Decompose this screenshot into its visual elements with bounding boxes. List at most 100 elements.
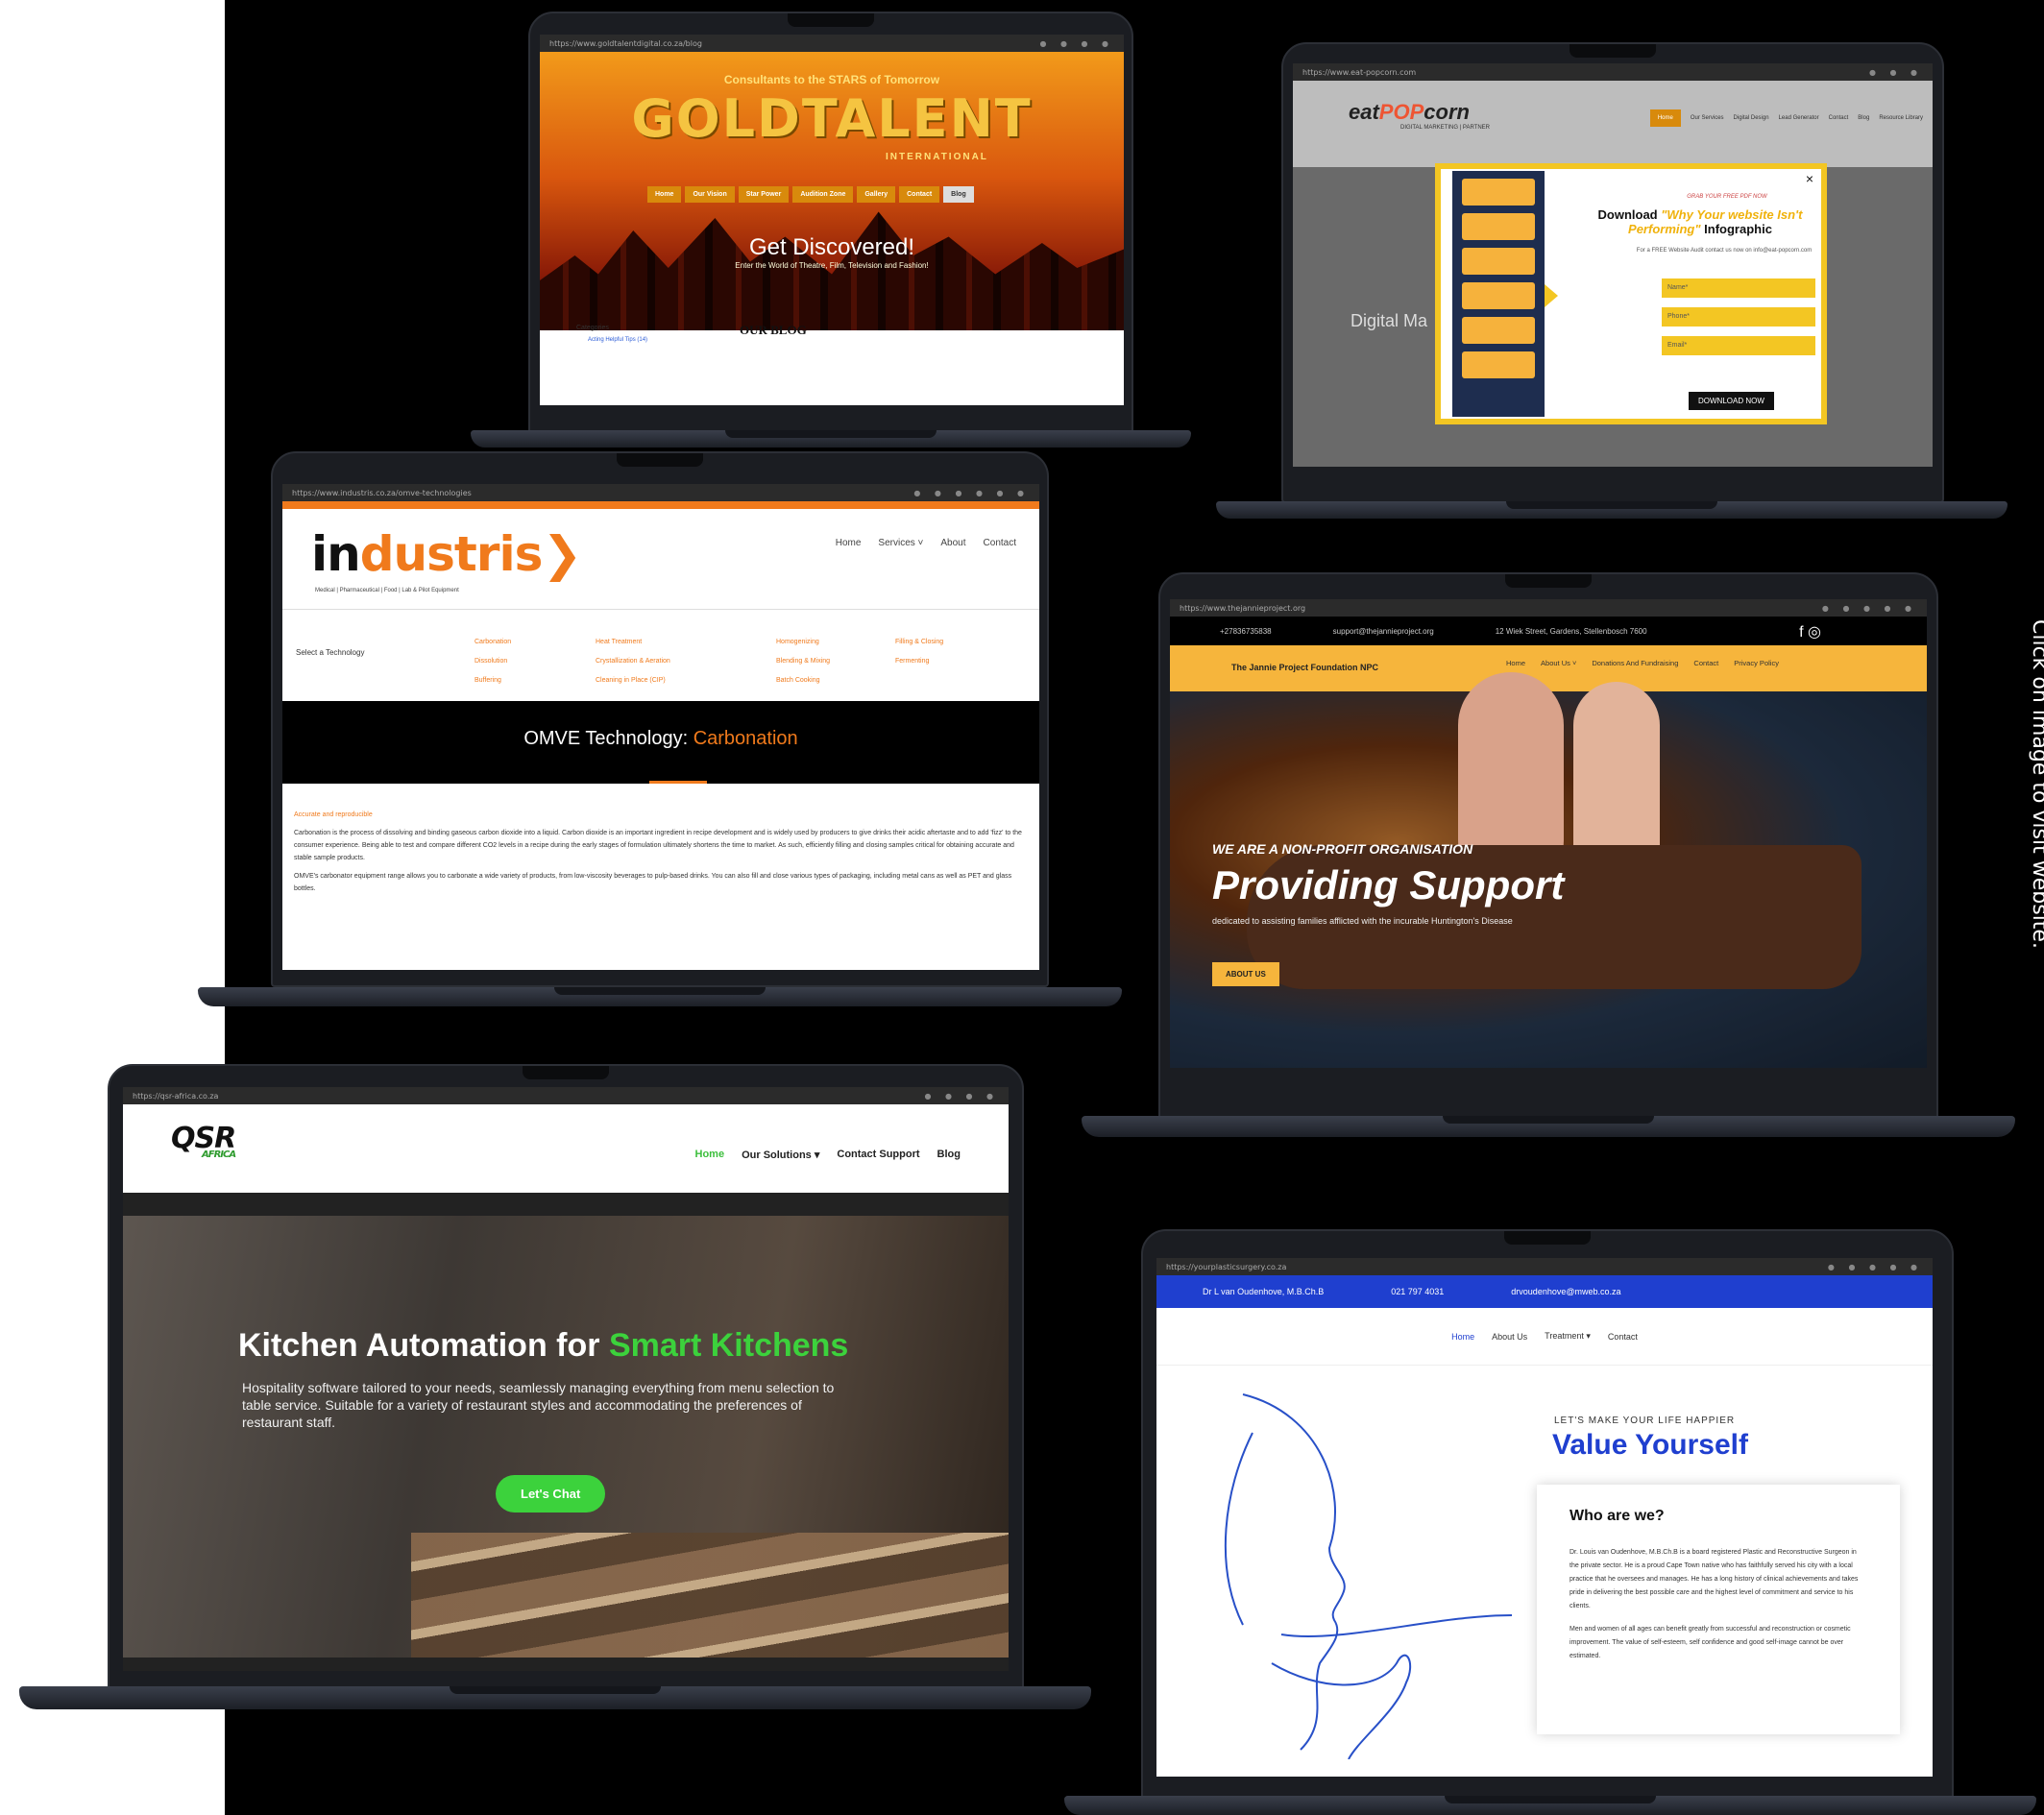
- laptop-eatpopcorn[interactable]: https://www.eat-popcorn.com ● ● ● eatPOPc…: [1216, 42, 2008, 526]
- nav-our-solutions[interactable]: Our Solutions ▾: [742, 1149, 819, 1161]
- tech-link[interactable]: Homogenizing: [776, 633, 830, 652]
- nav-contact[interactable]: Contact: [899, 186, 940, 203]
- nav-home[interactable]: Home: [647, 186, 682, 203]
- laptop-base: [198, 987, 1122, 1006]
- nav-our-vision[interactable]: Our Vision: [685, 186, 735, 203]
- screen-industris[interactable]: https://www.industris.co.za/omve-technol…: [282, 484, 1039, 970]
- nav-home[interactable]: Home: [695, 1149, 725, 1161]
- goldtalent-hero: Consultants to the STARS of Tomorrow GOL…: [540, 52, 1124, 330]
- url-text: https://www.industris.co.za/omve-technol…: [292, 488, 472, 497]
- email-contact[interactable]: support@thejannieproject.org: [1333, 627, 1434, 636]
- nav-contact-support[interactable]: Contact Support: [837, 1149, 919, 1161]
- camera-notch: [1505, 574, 1592, 588]
- phone-contact[interactable]: 021 797 4031: [1391, 1287, 1444, 1296]
- tech-link[interactable]: Buffering: [474, 671, 511, 690]
- browser-bar: https://www.eat-popcorn.com ● ● ●: [1293, 63, 1933, 81]
- nav-gallery[interactable]: Gallery: [857, 186, 896, 203]
- category-link[interactable]: Acting Helpful Tips (14): [588, 337, 647, 343]
- technology-banner: OMVE Technology: Carbonation: [282, 701, 1039, 784]
- nav-blog[interactable]: Blog: [943, 186, 974, 203]
- close-icon[interactable]: ×: [1806, 171, 1813, 186]
- nav-services[interactable]: Services ˅: [878, 538, 923, 548]
- nav-audition-zone[interactable]: Audition Zone: [792, 186, 854, 203]
- visit-website-caption: Click on image to visit website.: [2028, 619, 2044, 949]
- face-line-art: [1224, 1393, 1513, 1759]
- tech-link[interactable]: Fermenting: [895, 652, 943, 671]
- laptop-qsr[interactable]: https://qsr-africa.co.za ● ● ● ● QSR AFRIC…: [19, 1064, 1091, 1715]
- nav-star-power[interactable]: Star Power: [738, 186, 790, 203]
- laptop-jannie[interactable]: https://www.thejannieproject.org ● ● ● ● …: [1082, 572, 2015, 1145]
- tech-link[interactable]: Carbonation: [474, 633, 511, 652]
- laptop-industris[interactable]: https://www.industris.co.za/omve-technol…: [198, 451, 1122, 1014]
- industris-logo[interactable]: industris❯: [311, 526, 582, 582]
- screen-qsr[interactable]: https://qsr-africa.co.za ● ● ● ● QSR AFRIC…: [123, 1087, 1009, 1671]
- nav-about-us[interactable]: About Us ˅: [1541, 659, 1576, 667]
- camera-notch: [1504, 1231, 1591, 1245]
- modal-arrow: [1545, 284, 1558, 307]
- download-button[interactable]: DOWNLOAD NOW: [1689, 392, 1774, 410]
- jannie-hero: WE ARE A NON-PROFIT ORGANISATION Providi…: [1170, 672, 1927, 1068]
- nav-contact[interactable]: Contact: [1608, 1332, 1638, 1342]
- about-us-button[interactable]: ABOUT US: [1212, 962, 1279, 986]
- logo-subtitle: DIGITAL MARKETING | PARTNER: [1400, 125, 1491, 131]
- tech-link[interactable]: Dissolution: [474, 652, 511, 671]
- nav-about-us[interactable]: About Us: [1492, 1332, 1527, 1342]
- browser-bar: https://yourplasticsurgery.co.za ● ● ● ● …: [1156, 1258, 1933, 1275]
- nav-lead-generator[interactable]: Lead Generator: [1779, 115, 1819, 121]
- email-contact[interactable]: drvoudenhove@mweb.co.za: [1511, 1287, 1620, 1296]
- email-field[interactable]: Email*: [1662, 336, 1815, 355]
- hero-partial-text: Digital Ma: [1350, 311, 1428, 330]
- nav-contact[interactable]: Contact: [984, 538, 1016, 548]
- browser-bar: https://www.thejannieproject.org ● ● ● ● …: [1170, 599, 1927, 617]
- nav-home[interactable]: Home: [836, 538, 862, 548]
- laptop-goldtalent[interactable]: https://www.goldtalentdigital.co.za/blog…: [471, 12, 1191, 453]
- body-paragraph: OMVE's carbonator equipment range allows…: [294, 873, 1012, 892]
- laptop-base: [19, 1686, 1091, 1709]
- screen-jannie[interactable]: https://www.thejannieproject.org ● ● ● ● …: [1170, 599, 1927, 1068]
- nav-digital-design[interactable]: Digital Design: [1734, 115, 1769, 121]
- industris-nav: Home Services ˅ About Contact: [836, 538, 1016, 548]
- tech-link[interactable]: Crystallization & Aeration: [596, 652, 670, 671]
- lets-chat-button[interactable]: Let's Chat: [496, 1475, 606, 1512]
- nav-treatment[interactable]: Treatment ▾: [1545, 1331, 1591, 1342]
- nav-home[interactable]: Home: [1649, 109, 1681, 127]
- eatpopcorn-nav: Home Our Services Digital Design Lead Ge…: [1649, 109, 1923, 127]
- body-heading: Accurate and reproducible: [294, 811, 373, 818]
- nav-resource-library[interactable]: Resource Library: [1879, 115, 1923, 121]
- tech-link[interactable]: Filling & Closing: [895, 633, 943, 652]
- surgery-nav: Home About Us Treatment ▾ Contact: [1156, 1308, 1933, 1366]
- nav-blog[interactable]: Blog: [937, 1149, 961, 1161]
- goldtalent-logo[interactable]: GOLDTALENT: [540, 88, 1124, 149]
- phone-contact[interactable]: +27836735838: [1220, 627, 1272, 636]
- tech-link[interactable]: Batch Cooking: [776, 671, 830, 690]
- nav-contact[interactable]: Contact: [1829, 115, 1849, 121]
- tech-link[interactable]: Heat Treatment: [596, 633, 670, 652]
- nav-home[interactable]: Home: [1451, 1332, 1474, 1342]
- nav-home[interactable]: Home: [1506, 659, 1525, 667]
- url-text: https://qsr-africa.co.za: [133, 1091, 219, 1101]
- nav-donations[interactable]: Donations And Fundraising: [1592, 659, 1678, 667]
- url-text: https://www.eat-popcorn.com: [1302, 67, 1417, 77]
- screen-goldtalent[interactable]: https://www.goldtalentdigital.co.za/blog…: [540, 35, 1124, 405]
- tech-link[interactable]: Blending & Mixing: [776, 652, 830, 671]
- screen-eatpopcorn[interactable]: https://www.eat-popcorn.com ● ● ● eatPOPc…: [1293, 63, 1933, 467]
- phone-field[interactable]: Phone*: [1662, 307, 1815, 327]
- chevron-right-icon: ❯: [542, 526, 582, 582]
- laptop-base: [1082, 1116, 2015, 1137]
- hero-description: Hospitality software tailored to your ne…: [242, 1380, 835, 1430]
- laptop-surgery[interactable]: https://yourplasticsurgery.co.za ● ● ● ● …: [1064, 1229, 2036, 1815]
- eatpopcorn-logo[interactable]: eatPOPcorn: [1349, 100, 1470, 125]
- org-name[interactable]: The Jannie Project Foundation NPC: [1231, 663, 1378, 672]
- jannie-topbar: +27836735838 support@thejannieproject.or…: [1170, 617, 1927, 645]
- nav-blog[interactable]: Blog: [1858, 115, 1869, 121]
- nav-contact[interactable]: Contact: [1693, 659, 1718, 667]
- name-field[interactable]: Name*: [1662, 278, 1815, 298]
- nav-privacy-policy[interactable]: Privacy Policy: [1734, 659, 1779, 667]
- tech-link[interactable]: Cleaning in Place (CIP): [596, 671, 670, 690]
- camera-notch: [1570, 44, 1656, 58]
- social-icons[interactable]: f ◎: [1799, 622, 1821, 641]
- nav-our-services[interactable]: Our Services: [1691, 115, 1724, 121]
- qsr-logo[interactable]: QSR AFRICA: [171, 1122, 236, 1160]
- screen-surgery[interactable]: https://yourplasticsurgery.co.za ● ● ● ● …: [1156, 1258, 1933, 1777]
- nav-about[interactable]: About: [940, 538, 965, 548]
